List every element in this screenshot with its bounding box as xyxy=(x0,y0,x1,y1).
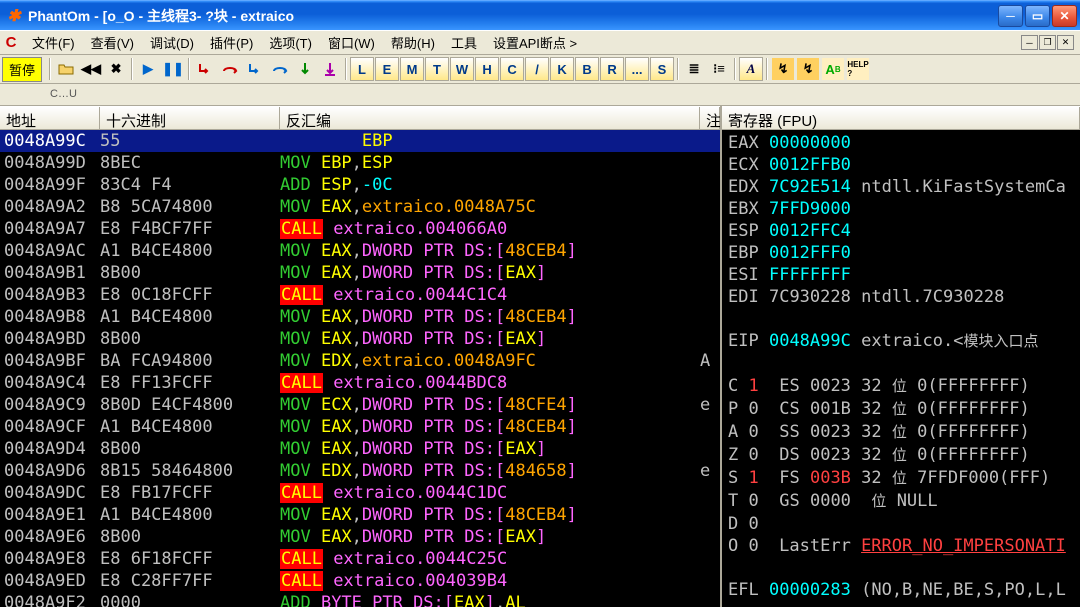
col-header-info[interactable]: 注 xyxy=(700,107,720,130)
font-a-button[interactable]: A xyxy=(739,57,763,81)
open-button[interactable] xyxy=(54,57,78,81)
menu-w[interactable]: 窗口(W) xyxy=(320,31,383,54)
col-header-registers[interactable]: 寄存器 (FPU) xyxy=(722,107,1080,130)
close-file-button[interactable]: ✖ xyxy=(104,57,128,81)
state-chip-paused: 暂停 xyxy=(2,57,42,82)
view-h-button[interactable]: H xyxy=(475,57,499,81)
view-...-button[interactable]: ... xyxy=(625,57,649,81)
list-button[interactable]: ≣ xyxy=(682,57,706,81)
disasm-row[interactable]: 0048A9E1A1 B4CE4800MOV EAX,DWORD PTR DS:… xyxy=(0,504,720,526)
mdi-close-button[interactable]: ✕ xyxy=(1057,35,1074,50)
view-l-button[interactable]: L xyxy=(350,57,374,81)
menu-d[interactable]: 调试(D) xyxy=(142,31,202,54)
disassembly-pane: 地址 十六进制 反汇编 注 0048A99C55 EBP0048A99D8BEC… xyxy=(0,106,720,607)
view-s-button[interactable]: S xyxy=(650,57,674,81)
trace-into-button[interactable] xyxy=(243,57,267,81)
system-menu-icon[interactable]: C xyxy=(2,34,20,52)
view-k-button[interactable]: K xyxy=(550,57,574,81)
trace-over-button[interactable] xyxy=(268,57,292,81)
toolbar: 暂停 ◀◀ ✖ ▶ ❚❚ LEMTWHC/KBR...S ≣ ⁝≡ A ↯ ↯ … xyxy=(0,54,1080,84)
disasm-row[interactable]: 0048A9B3E8 0C18FCFFCALL extraico.0044C1C… xyxy=(0,284,720,306)
disasm-row[interactable]: 0048A9E8E8 6F18FCFFCALL extraico.0044C25… xyxy=(0,548,720,570)
view-t-button[interactable]: T xyxy=(425,57,449,81)
mdi-minimize-button[interactable]: ─ xyxy=(1021,35,1038,50)
run-to-return-button[interactable] xyxy=(293,57,317,81)
menu-v[interactable]: 查看(V) xyxy=(83,31,142,54)
close-button[interactable]: ✕ xyxy=(1052,5,1077,27)
view-e-button[interactable]: E xyxy=(375,57,399,81)
step-over-button[interactable] xyxy=(218,57,242,81)
col-header-address[interactable]: 地址 xyxy=(0,107,100,130)
minimize-button[interactable]: ─ xyxy=(998,5,1023,27)
mdi-restore-button[interactable]: ❐ xyxy=(1039,35,1056,50)
disasm-row[interactable]: 0048A9D68B15 58464800MOV EDX,DWORD PTR D… xyxy=(0,460,720,482)
disasm-row[interactable]: 0048A99C55 EBP xyxy=(0,130,720,152)
menu-h[interactable]: 帮助(H) xyxy=(383,31,443,54)
disasm-row[interactable]: 0048A9CFA1 B4CE4800MOV EAX,DWORD PTR DS:… xyxy=(0,416,720,438)
col-header-disasm[interactable]: 反汇编 xyxy=(280,107,700,130)
menu-[interactable]: 工具 xyxy=(443,31,485,54)
view-w-button[interactable]: W xyxy=(450,57,474,81)
disasm-row[interactable]: 0048A9ACA1 B4CE4800MOV EAX,DWORD PTR DS:… xyxy=(0,240,720,262)
ext-btn-1[interactable]: ↯ xyxy=(771,57,795,81)
view-c-button[interactable]: C xyxy=(500,57,524,81)
disasm-row[interactable]: 0048A9BFBA FCA94800MOV EDX,extraico.0048… xyxy=(0,350,720,372)
menu-api[interactable]: 设置API断点 > xyxy=(485,31,585,54)
ext-btn-2[interactable]: ↯ xyxy=(796,57,820,81)
disasm-row[interactable]: 0048A9BD8B00MOV EAX,DWORD PTR DS:[EAX] xyxy=(0,328,720,350)
disasm-row[interactable]: 0048A99F83C4 F4ADD ESP,-0C xyxy=(0,174,720,196)
disasm-row[interactable]: 0048A9A7E8 F4BCF7FFCALL extraico.004066A… xyxy=(0,218,720,240)
disasm-row[interactable]: 0048A99D8BECMOV EBP,ESP xyxy=(0,152,720,174)
disasm-row[interactable]: 0048A9F20000ADD BYTE PTR DS:[EAX],AL xyxy=(0,592,720,607)
col-header-hex[interactable]: 十六进制 xyxy=(100,107,280,130)
options-button[interactable]: ⁝≡ xyxy=(707,57,731,81)
window-title: PhantOm - [o_O - 主线程3- ?块 - extraico xyxy=(28,6,998,26)
menu-t[interactable]: 选项(T) xyxy=(261,31,320,54)
pause-button[interactable]: ❚❚ xyxy=(161,57,185,81)
disasm-row[interactable]: 0048A9A2B8 5CA74800MOV EAX,extraico.0048… xyxy=(0,196,720,218)
view-r-button[interactable]: R xyxy=(600,57,624,81)
disasm-row[interactable]: 0048A9B18B00MOV EAX,DWORD PTR DS:[EAX] xyxy=(0,262,720,284)
maximize-button[interactable]: ▭ xyxy=(1025,5,1050,27)
disasm-row[interactable]: 0048A9EDE8 C28FF7FFCALL extraico.004039B… xyxy=(0,570,720,592)
rewind-button[interactable]: ◀◀ xyxy=(79,57,103,81)
run-button[interactable]: ▶ xyxy=(136,57,160,81)
disasm-row[interactable]: 0048A9D48B00MOV EAX,DWORD PTR DS:[EAX] xyxy=(0,438,720,460)
disasm-row[interactable]: 0048A9DCE8 FB17FCFFCALL extraico.0044C1D… xyxy=(0,482,720,504)
app-icon: ✱ xyxy=(5,7,23,25)
menu-f[interactable]: 文件(F) xyxy=(24,31,83,54)
registers-view[interactable]: EAX 00000000ECX 0012FFB0EDX 7C92E514 ntd… xyxy=(722,130,1080,607)
registers-pane: 寄存器 (FPU) EAX 00000000ECX 0012FFB0EDX 7C… xyxy=(720,106,1080,607)
run-to-cursor-button[interactable] xyxy=(318,57,342,81)
disasm-row[interactable]: 0048A9C98B0D E4CF4800MOV ECX,DWORD PTR D… xyxy=(0,394,720,416)
step-into-button[interactable] xyxy=(193,57,217,81)
view-m-button[interactable]: M xyxy=(400,57,424,81)
disasm-row[interactable]: 0048A9E68B00MOV EAX,DWORD PTR DS:[EAX] xyxy=(0,526,720,548)
disassembly-list[interactable]: 0048A99C55 EBP0048A99D8BECMOV EBP,ESP004… xyxy=(0,130,720,607)
view-b-button[interactable]: B xyxy=(575,57,599,81)
disasm-row[interactable]: 0048A9C4E8 FF13FCFFCALL extraico.0044BDC… xyxy=(0,372,720,394)
view-/-button[interactable]: / xyxy=(525,57,549,81)
menubar: C 文件(F)查看(V)调试(D)插件(P)选项(T)窗口(W)帮助(H)工具设… xyxy=(0,30,1080,54)
window-titlebar: ✱ PhantOm - [o_O - 主线程3- ?块 - extraico ─… xyxy=(0,0,1080,30)
menu-p[interactable]: 插件(P) xyxy=(202,31,261,54)
status-row: C…U xyxy=(0,84,1080,106)
disasm-row[interactable]: 0048A9B8A1 B4CE4800MOV EAX,DWORD PTR DS:… xyxy=(0,306,720,328)
ext-btn-3[interactable]: AB xyxy=(821,57,845,81)
ext-btn-4[interactable]: HELP? xyxy=(846,57,870,81)
